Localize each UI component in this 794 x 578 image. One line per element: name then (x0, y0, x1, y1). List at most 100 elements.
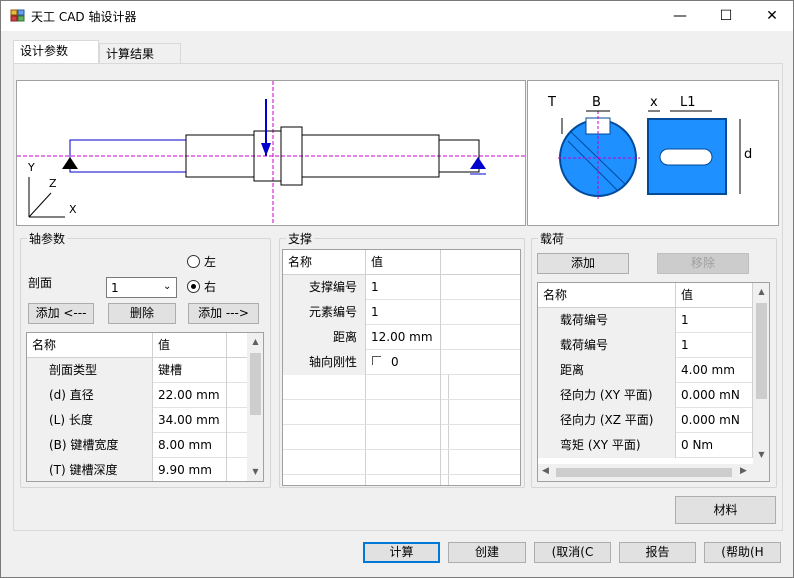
row-value-checkbox[interactable]: 0 (366, 350, 441, 375)
row-name: 径向力 (XY 平面) (538, 383, 676, 408)
table-row[interactable]: 支撑编号 1 (283, 275, 520, 300)
row-value: 22.00 mm (153, 383, 227, 408)
shaft-params-title: 轴参数 (27, 230, 68, 247)
radio-right[interactable] (187, 280, 200, 293)
maximize-button[interactable]: ☐ (703, 1, 749, 31)
load-arrow-head (261, 143, 271, 156)
app-icon (10, 9, 25, 22)
shaft-segment-2 (185, 134, 255, 178)
add-right-button[interactable]: 添加 ---> (188, 303, 259, 324)
report-label: 报告 (645, 545, 670, 559)
row-value: 12.00 mm (366, 325, 441, 350)
minimize-button[interactable]: — (657, 1, 703, 31)
header-value: 值 (366, 250, 441, 275)
scroll-up-icon[interactable]: ▲ (753, 287, 769, 296)
axis-y-label: Y (28, 161, 35, 174)
table-row[interactable]: (d) 直径 22.00 mm (27, 383, 247, 408)
empty-rows (283, 375, 520, 485)
calculate-label: 计算 (389, 545, 414, 559)
horizontal-scrollbar[interactable]: ◀ ▶ (538, 464, 769, 481)
help-button[interactable]: (帮助(H (704, 542, 781, 563)
table-row[interactable]: (L) 长度 34.00 mm (27, 408, 247, 433)
scroll-thumb[interactable] (250, 353, 261, 415)
table-row[interactable]: 距离 4.00 mm (538, 358, 753, 383)
load-title: 载荷 (538, 230, 567, 247)
create-label: 创建 (474, 545, 499, 559)
create-button[interactable]: 创建 (448, 542, 526, 563)
support-right-icon (470, 157, 486, 169)
scroll-down-icon[interactable]: ▼ (753, 450, 769, 459)
scroll-thumb-h[interactable] (556, 468, 732, 477)
remove-load-button[interactable]: 移除 (657, 253, 749, 274)
shaft-preview[interactable]: Y Z X (16, 80, 526, 226)
header-name: 名称 (538, 283, 676, 308)
keyway-side-slot-icon (659, 148, 713, 166)
table-row[interactable]: 载荷编号 1 (538, 333, 753, 358)
keyway-t-label: T (548, 95, 556, 110)
calculate-button[interactable]: 计算 (363, 542, 440, 563)
row-value: 0.000 mN (676, 408, 753, 433)
row-value: 9.90 mm (153, 458, 227, 481)
cancel-button[interactable]: (取消(C (534, 542, 611, 563)
section-combo[interactable]: 1 ⌄ (106, 277, 177, 298)
header-name: 名称 (283, 250, 366, 275)
row-value: 0 Nm (676, 433, 753, 458)
keyway-l1-label: L1 (680, 95, 696, 110)
axial-stiffness-value: 0 (391, 355, 399, 369)
load-grid[interactable]: 名称 值 载荷编号 1 载荷编号 1 距离 4.00 mm 径向力 (XY 平面… (537, 282, 770, 482)
row-value: 1 (676, 308, 753, 333)
cancel-label: (取消(C (551, 545, 594, 559)
table-row[interactable]: 弯矩 (XY 平面) 0 Nm (538, 433, 753, 458)
remove-load-label: 移除 (690, 256, 715, 270)
material-label: 材料 (713, 503, 738, 517)
table-row[interactable]: (B) 键槽宽度 8.00 mm (27, 433, 247, 458)
row-name: (B) 键槽宽度 (27, 433, 153, 458)
table-row[interactable]: 载荷编号 1 (538, 308, 753, 333)
header-name: 名称 (27, 333, 153, 358)
tab-results[interactable]: 计算结果 (99, 43, 181, 65)
keyway-x-label: x (650, 95, 658, 110)
table-row[interactable]: (T) 键槽深度 9.90 mm (27, 458, 247, 481)
row-name: (L) 长度 (27, 408, 153, 433)
shaft-drawing (17, 81, 525, 225)
delete-section-button[interactable]: 删除 (108, 303, 176, 324)
radio-left[interactable] (187, 255, 200, 268)
title-bar: 天工 CAD 轴设计器 — ☐ ✕ (1, 1, 793, 31)
add-load-button[interactable]: 添加 (537, 253, 629, 274)
table-row[interactable]: 轴向刚性 0 (283, 350, 520, 375)
table-row[interactable]: 元素编号 1 (283, 300, 520, 325)
scroll-left-icon[interactable]: ◀ (542, 466, 549, 476)
table-row[interactable]: 距离 12.00 mm (283, 325, 520, 350)
row-value: 键槽 (153, 358, 227, 383)
axis-x-label: X (69, 203, 77, 216)
row-name: 载荷编号 (538, 308, 676, 333)
vertical-scrollbar[interactable]: ▲ ▼ (247, 333, 263, 481)
tab-label: 设计参数 (20, 44, 69, 58)
grid-header: 名称 值 (283, 250, 520, 275)
row-name: 径向力 (XZ 平面) (538, 408, 676, 433)
grid-header: 名称 值 (538, 283, 753, 308)
vertical-scrollbar[interactable]: ▲ ▼ (753, 283, 769, 464)
support-grid[interactable]: 名称 值 支撑编号 1 元素编号 1 距离 12.00 mm 轴向刚性 0 (282, 249, 521, 486)
row-value: 4.00 mm (676, 358, 753, 383)
scroll-right-icon[interactable]: ▶ (740, 466, 747, 476)
tab-design-params[interactable]: 设计参数 (13, 40, 99, 65)
add-left-button[interactable]: 添加 <--- (28, 303, 94, 324)
row-name: 距离 (283, 325, 366, 350)
app-window: 天工 CAD 轴设计器 — ☐ ✕ 设计参数 计算结果 Y Z X T B x … (0, 0, 794, 578)
table-row[interactable]: 径向力 (XY 平面) 0.000 mN (538, 383, 753, 408)
material-button[interactable]: 材料 (675, 496, 776, 524)
row-name: 距离 (538, 358, 676, 383)
scroll-down-icon[interactable]: ▼ (247, 467, 263, 476)
radio-left-label: 左 (204, 255, 217, 269)
scroll-thumb[interactable] (756, 303, 767, 399)
row-name: 载荷编号 (538, 333, 676, 358)
shaft-params-grid[interactable]: 名称 值 剖面类型 键槽 (d) 直径 22.00 mm (L) 长度 34.0… (26, 332, 264, 482)
header-value: 值 (153, 333, 227, 358)
report-button[interactable]: 报告 (619, 542, 696, 563)
checkbox-icon[interactable] (372, 356, 381, 365)
scroll-up-icon[interactable]: ▲ (247, 337, 263, 346)
table-row[interactable]: 径向力 (XZ 平面) 0.000 mN (538, 408, 753, 433)
table-row[interactable]: 剖面类型 键槽 (27, 358, 247, 383)
close-button[interactable]: ✕ (749, 1, 794, 31)
